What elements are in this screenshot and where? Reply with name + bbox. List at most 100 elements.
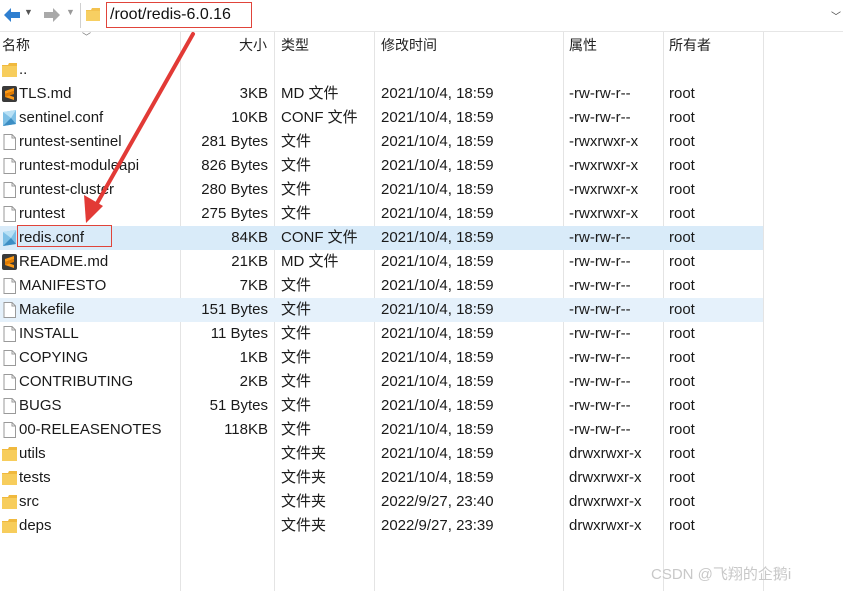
file-row[interactable]: runtest-sentinel 281 Bytes 文件 2021/10/4, 18… [0,130,763,154]
file-row[interactable]: utils 文件夹 2021/10/4, 18:59 drwxrwxr-x root [0,442,763,466]
back-arrow-icon[interactable] [2,5,22,25]
path-dropdown-icon[interactable]: ﹀ [831,8,841,23]
file-size: 3KB [239,85,268,102]
file-size [180,490,268,514]
file-modified: 2021/10/4, 18:59 [381,181,494,198]
back-dropdown-icon[interactable]: ▼ [24,7,33,17]
file-permissions: -rw-rw-r-- [569,85,631,102]
path-input[interactable]: /root/redis-6.0.16 [106,2,252,28]
file-permissions: -rwxrwxr-x [569,205,639,222]
column-divider[interactable] [763,32,764,591]
file-permissions: -rw-rw-r-- [569,349,631,366]
conf-icon [2,110,17,126]
file-size: 51 Bytes [209,397,268,414]
file-type: 文件 [281,325,312,342]
file-size [180,514,268,538]
file-modified: 2021/10/4, 18:59 [381,373,494,390]
file-row[interactable]: .. [0,58,763,82]
file-size: 7KB [239,277,268,294]
file-row[interactable]: BUGS 51 Bytes 文件 2021/10/4, 18:59 -rw-rw-r--… [0,394,763,418]
file-owner: root [669,325,695,342]
file-size [180,466,268,490]
file-row[interactable]: TLS.md 3KB MD 文件 2021/10/4, 18:59 -rw-rw-r--… [0,82,763,106]
file-row[interactable]: tests 文件夹 2021/10/4, 18:59 drwxrwxr-x root [0,466,763,490]
file-type: CONF 文件 [281,109,358,126]
file-type: 文件 [281,205,312,222]
file-size: 280 Bytes [201,181,268,198]
file-row[interactable]: INSTALL 11 Bytes 文件 2021/10/4, 18:59 -rw-rw-… [0,322,763,346]
toolbar-divider [80,3,81,28]
file-permissions: drwxrwxr-x [569,469,642,486]
file-icon [2,422,17,438]
file-type: 文件 [281,421,312,438]
file-row[interactable]: COPYING 1KB 文件 2021/10/4, 18:59 -rw-rw-r-- ro… [0,346,763,370]
file-permissions: -rw-rw-r-- [569,277,631,294]
file-type: MD 文件 [281,85,339,102]
file-row[interactable]: runtest-cluster 280 Bytes 文件 2021/10/4, 18:… [0,178,763,202]
file-row[interactable]: CONTRIBUTING 2KB 文件 2021/10/4, 18:59 -rw-rw-… [0,370,763,394]
column-name[interactable]: 名称 [2,32,30,58]
file-owner: root [669,397,695,414]
file-permissions: -rwxrwxr-x [569,181,639,198]
file-row[interactable]: runtest-moduleapi 826 Bytes 文件 2021/10/4, 1… [0,154,763,178]
forward-dropdown-icon[interactable]: ▼ [66,7,75,17]
file-row[interactable]: redis.conf 84KB CONF 文件 2021/10/4, 18:59 -rw… [0,226,763,250]
file-owner: root [669,421,695,438]
file-owner: root [669,253,695,270]
file-owner: root [669,205,695,222]
column-owner[interactable]: 所有者 [669,32,711,58]
folder-icon [2,446,17,462]
file-modified: 2021/10/4, 18:59 [381,397,494,414]
file-size [180,442,268,466]
file-permissions: -rw-rw-r-- [569,229,631,246]
file-modified: 2021/10/4, 18:59 [381,109,494,126]
file-size: 1KB [239,349,268,366]
file-type: MD 文件 [281,253,339,270]
file-owner: root [669,85,695,102]
file-type: 文件夹 [281,517,327,534]
file-name: INSTALL [19,325,79,342]
file-icon [2,206,17,222]
file-icon [2,374,17,390]
file-owner: root [669,229,695,246]
file-size: 2KB [239,373,268,390]
folder-icon [2,470,17,486]
column-perms[interactable]: 属性 [569,32,597,58]
file-row[interactable]: runtest 275 Bytes 文件 2021/10/4, 18:59 -rwxrw… [0,202,763,226]
file-owner: root [669,445,695,462]
file-modified: 2021/10/4, 18:59 [381,445,494,462]
file-type: 文件夹 [281,493,327,510]
file-size: 10KB [231,109,268,126]
column-type[interactable]: 类型 [281,32,309,58]
file-row[interactable]: Makefile 151 Bytes 文件 2021/10/4, 18:59 -rw-r… [0,298,763,322]
file-row[interactable]: sentinel.conf 10KB CONF 文件 2021/10/4, 18:59… [0,106,763,130]
sort-indicator-icon: ﹀ [82,32,92,42]
file-permissions: drwxrwxr-x [569,517,642,534]
column-modified[interactable]: 修改时间 [381,32,437,58]
file-size: 84KB [231,229,268,246]
file-owner: root [669,349,695,366]
file-row[interactable]: README.md 21KB MD 文件 2021/10/4, 18:59 -rw-rw… [0,250,763,274]
file-permissions: drwxrwxr-x [569,445,642,462]
file-icon [2,350,17,366]
file-modified: 2021/10/4, 18:59 [381,349,494,366]
folder-icon [2,494,17,510]
file-name: TLS.md [19,85,72,102]
file-type: 文件 [281,181,312,198]
file-icon [2,326,17,342]
file-modified: 2021/10/4, 18:59 [381,253,494,270]
file-modified: 2021/10/4, 18:59 [381,133,494,150]
file-name: runtest-moduleapi [19,157,140,174]
file-owner: root [669,301,695,318]
file-row[interactable]: 00-RELEASENOTES 118KB 文件 2021/10/4, 18:59 -r… [0,418,763,442]
file-row[interactable]: src 文件夹 2022/9/27, 23:40 drwxrwxr-x root [0,490,763,514]
forward-arrow-icon[interactable] [42,5,62,25]
column-size[interactable]: 大小 [239,32,267,58]
file-icon [2,158,17,174]
file-type: 文件 [281,277,312,294]
file-row[interactable]: MANIFESTO 7KB 文件 2021/10/4, 18:59 -rw-rw-r--… [0,274,763,298]
file-size: 118KB [224,421,268,438]
file-name: Makefile [19,301,75,318]
file-name: tests [19,469,51,486]
file-row[interactable]: deps 文件夹 2022/9/27, 23:39 drwxrwxr-x root [0,514,763,538]
